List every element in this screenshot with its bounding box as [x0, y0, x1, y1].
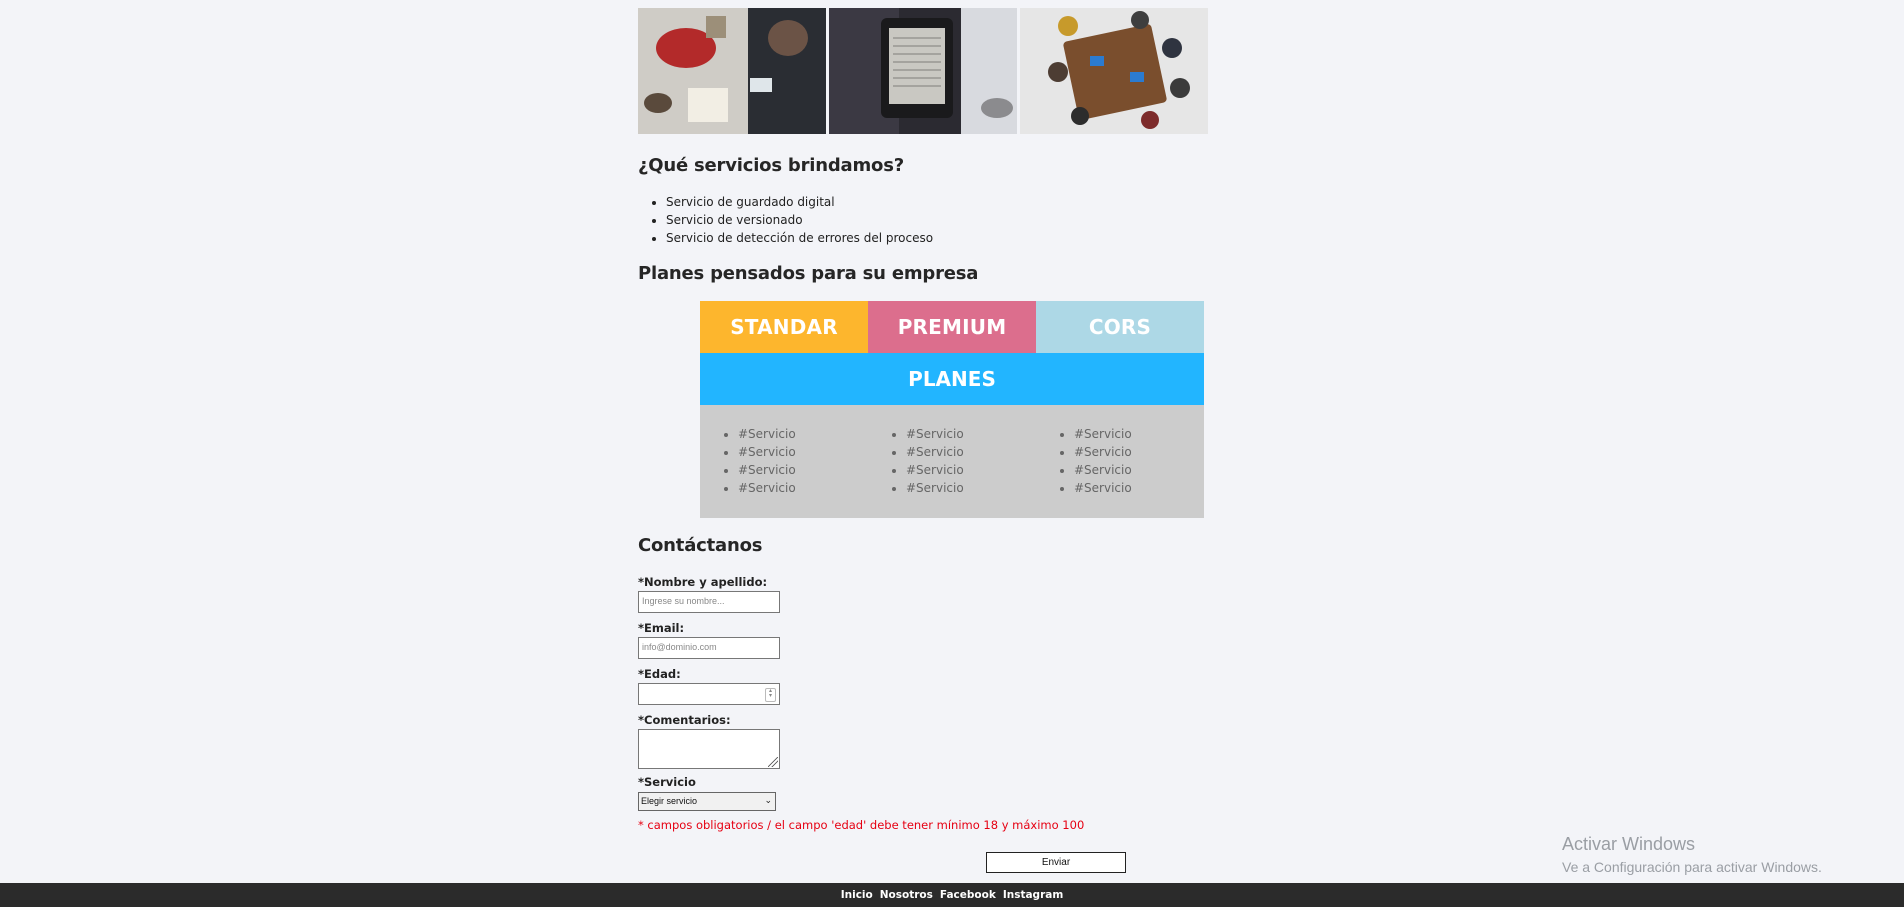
activation-watermark-title: Activar Windows [1562, 834, 1696, 854]
plan-header-cors: CORS [1036, 301, 1204, 353]
chevron-down-icon: ⌄ [764, 795, 772, 805]
services-heading: ¿Qué servicios brindamos? [638, 155, 904, 176]
name-label: *Nombre y apellido: [638, 575, 768, 589]
submit-button[interactable]: Enviar [986, 852, 1126, 873]
resize-grip-icon[interactable] [768, 757, 778, 767]
list-item: #Servicio [1074, 461, 1204, 479]
plan-list-cors: #Servicio #Servicio #Servicio #Servicio [1036, 405, 1204, 518]
plans-banner: PLANES [700, 353, 1204, 405]
gallery-image-meeting [1020, 8, 1208, 134]
service-select-value: Elegir servicio [641, 796, 698, 806]
footer: Inicio Nosotros Facebook Instagram [0, 883, 1904, 907]
gallery-image-ereader [829, 8, 1017, 134]
name-input[interactable]: Ingrese su nombre... [638, 591, 780, 613]
footer-link-instagram[interactable]: Instagram [1003, 889, 1063, 901]
plans-heading: Planes pensados para su empresa [638, 263, 979, 284]
activation-watermark-subtitle: Ve a Configuración para activar Windows. [1562, 859, 1822, 875]
footer-link-facebook[interactable]: Facebook [940, 889, 996, 901]
list-item: #Servicio [738, 479, 868, 497]
list-item: #Servicio [1074, 443, 1204, 461]
list-item: Servicio de detección de errores del pro… [666, 229, 933, 247]
comments-textarea[interactable] [638, 729, 780, 769]
service-select[interactable]: Elegir servicio ⌄ [638, 792, 776, 811]
list-item: #Servicio [906, 425, 1036, 443]
age-stepper[interactable]: ▴ ▾ [765, 688, 776, 702]
email-label: *Email: [638, 621, 685, 635]
list-item: #Servicio [906, 461, 1036, 479]
plans-table: STANDAR PREMIUM CORS PLANES #Servicio #S… [700, 301, 1204, 518]
gallery-image-people-phones [638, 8, 826, 134]
plan-header-standar: STANDAR [700, 301, 868, 353]
image-gallery [638, 8, 1208, 134]
footer-link-nosotros[interactable]: Nosotros [880, 889, 933, 901]
services-list: Servicio de guardado digital Servicio de… [638, 193, 933, 247]
email-input[interactable]: info@dominio.com [638, 637, 780, 659]
list-item: #Servicio [1074, 425, 1204, 443]
list-item: Servicio de guardado digital [666, 193, 933, 211]
plan-list-premium: #Servicio #Servicio #Servicio #Servicio [868, 405, 1036, 518]
list-item: #Servicio [1074, 479, 1204, 497]
plan-list-standar: #Servicio #Servicio #Servicio #Servicio [700, 405, 868, 518]
list-item: #Servicio [738, 443, 868, 461]
contact-heading: Contáctanos [638, 535, 763, 556]
comments-label: *Comentarios: [638, 713, 731, 727]
list-item: #Servicio [738, 425, 868, 443]
list-item: Servicio de versionado [666, 211, 933, 229]
list-item: #Servicio [738, 461, 868, 479]
age-label: *Edad: [638, 667, 681, 681]
service-label: *Servicio [638, 775, 696, 789]
age-input[interactable]: ▴ ▾ [638, 683, 780, 705]
validation-message: * campos obligatorios / el campo 'edad' … [638, 818, 1085, 832]
list-item: #Servicio [906, 479, 1036, 497]
footer-link-inicio[interactable]: Inicio [841, 889, 873, 901]
plan-header-premium: PREMIUM [868, 301, 1036, 353]
plans-body: #Servicio #Servicio #Servicio #Servicio … [700, 405, 1204, 518]
list-item: #Servicio [906, 443, 1036, 461]
